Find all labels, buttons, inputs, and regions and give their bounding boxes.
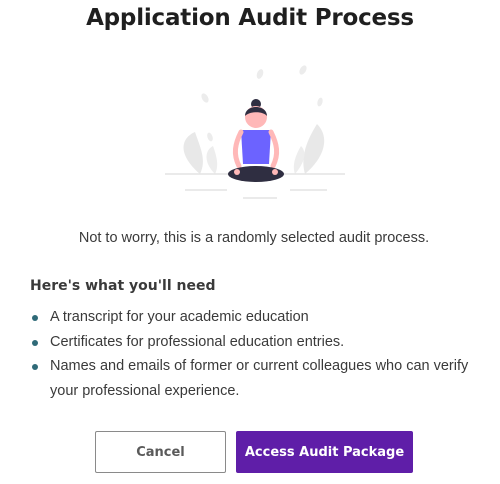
audit-message: Not to worry, this is a randomly selecte…	[78, 230, 430, 246]
leaf-left-2	[206, 146, 218, 174]
list-item: A transcript for your academic education	[30, 305, 492, 330]
requirements-heading: Here's what you'll need	[30, 278, 216, 294]
bullet-icon	[32, 315, 38, 321]
bullet-icon	[32, 339, 38, 346]
floating-leaf	[201, 93, 209, 103]
floating-leaf	[317, 97, 323, 107]
requirement-text: Certificates for professional education …	[50, 333, 345, 350]
meditation-illustration	[165, 65, 345, 199]
access-audit-package-button[interactable]: Access Audit Package	[236, 431, 413, 473]
cancel-button[interactable]: Cancel	[95, 431, 226, 473]
list-item: Certificates for professional education …	[30, 330, 492, 355]
requirement-text: A transcript for your academic education	[50, 309, 309, 325]
floating-leaf	[207, 132, 213, 142]
requirements-list: A transcript for your academic education…	[30, 305, 492, 403]
leaf-right	[303, 124, 325, 174]
bullet-icon	[32, 364, 38, 370]
dialog-title: Application Audit Process	[86, 5, 414, 31]
leaf-left	[183, 132, 203, 174]
floating-leaf	[299, 65, 307, 75]
requirement-text: Names and emails of former or current co…	[50, 358, 469, 399]
list-item: Names and emails of former or current co…	[30, 354, 492, 403]
floating-leaf	[256, 69, 264, 79]
leaf-right-2	[293, 146, 305, 174]
